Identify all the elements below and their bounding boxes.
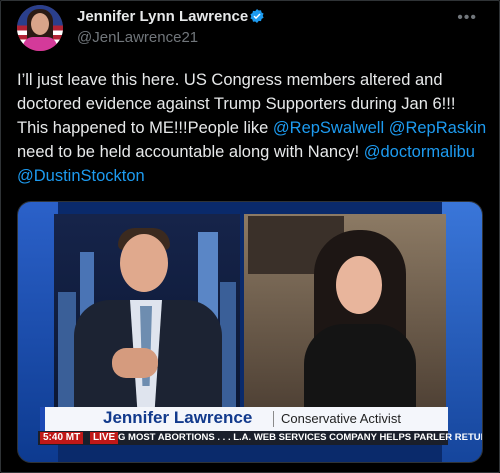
lower-third-divider: [273, 411, 274, 427]
guest-video-panel: [244, 214, 446, 412]
ticker-text: G MOST ABORTIONS . . . L.A. WEB SERVICES…: [118, 432, 483, 443]
mention-repswalwell[interactable]: @RepSwalwell: [273, 119, 384, 137]
more-options-icon[interactable]: •••: [457, 9, 477, 27]
tweet-card: Jennifer Lynn Lawrence @JenLawrence21 ••…: [0, 0, 500, 473]
lower-third-title: Conservative Activist: [281, 411, 401, 426]
ticker-live-badge: LIVE: [90, 432, 119, 444]
tweet-text-part: need to be held accountable along with N…: [17, 143, 364, 161]
author-name[interactable]: Jennifer Lynn Lawrence: [77, 8, 248, 25]
avatar-face: [31, 13, 49, 35]
mention-doctormalibu[interactable]: @doctormalibu: [364, 143, 475, 161]
verified-badge-icon: [250, 9, 264, 23]
ticker-time: 5:40 MT: [40, 432, 84, 444]
news-ticker: 5:40 MT LIVE G MOST ABORTIONS . . . L.A.…: [38, 431, 482, 445]
author-handle[interactable]: @JenLawrence21: [77, 29, 198, 46]
lower-third-banner: Jennifer Lawrence Conservative Activist: [40, 407, 448, 431]
anchor-head: [120, 234, 168, 292]
guest-face: [336, 256, 382, 314]
studio-background: [442, 202, 482, 462]
anchor-hand: [112, 348, 158, 378]
lower-third-name: Jennifer Lawrence: [103, 408, 253, 427]
city-building: [220, 282, 236, 412]
avatar[interactable]: [17, 5, 63, 51]
guest-body: [304, 324, 416, 412]
mention-dustinstockton[interactable]: @DustinStockton: [17, 167, 145, 185]
anchor-video-panel: [54, 214, 240, 412]
avatar-shirt: [23, 37, 57, 51]
video-player[interactable]: Jennifer Lawrence Conservative Activist …: [17, 201, 483, 463]
mention-repraskin[interactable]: @RepRaskin: [389, 119, 486, 137]
tweet-text: I’ll just leave this here. US Congress m…: [17, 68, 487, 188]
